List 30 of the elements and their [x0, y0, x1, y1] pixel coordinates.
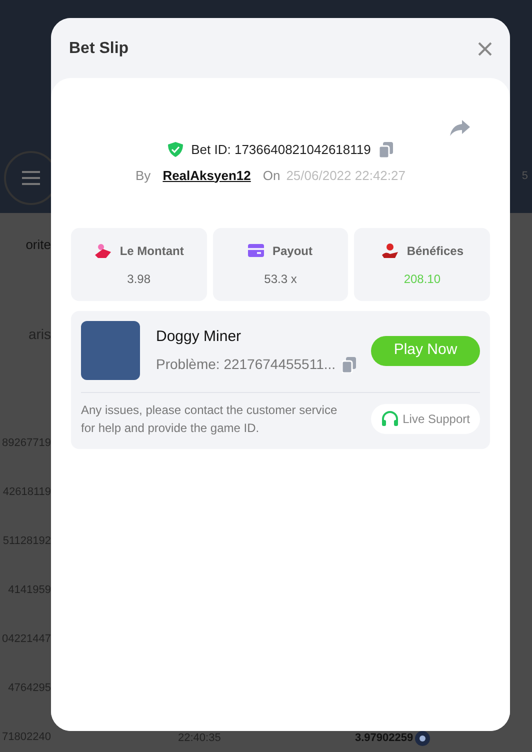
problem-id: Problème: 2217674455511... [156, 355, 336, 374]
by-label: By [136, 166, 151, 185]
live-support-button[interactable]: Live Support [370, 404, 480, 434]
stat-value: 3.98 [127, 270, 150, 288]
play-now-button[interactable]: Play Now [371, 336, 480, 366]
game-thumbnail [81, 321, 140, 380]
username-link[interactable]: RealAksyen12 [162, 166, 251, 185]
stat-value: 53.3 x [264, 270, 297, 288]
on-label: On [262, 166, 280, 184]
bet-id: Bet ID: 1736640821042618119 [191, 141, 371, 159]
copy-icon[interactable] [342, 356, 356, 373]
modal-title: Bet Slip [69, 39, 129, 59]
search-field-text: orite [26, 236, 51, 254]
stat-label: Le Montant [120, 242, 184, 260]
banner-text: 5 [522, 169, 528, 184]
close-icon[interactable] [478, 42, 492, 56]
date-time: 25/06/2022 22:42:27 [286, 166, 406, 184]
stat-label: Bénéfices [406, 242, 464, 260]
card-icon [248, 244, 264, 257]
game-name: Doggy Miner [156, 326, 242, 347]
share-icon[interactable] [450, 120, 470, 136]
stat-value: 208.10 [404, 270, 441, 288]
copy-icon[interactable] [378, 142, 393, 158]
menu-icon[interactable] [22, 171, 40, 185]
stat-label: Payout [272, 242, 312, 260]
amount-text: 3.97902259 [355, 731, 414, 746]
headset-icon [380, 411, 399, 427]
coin-icon [415, 730, 430, 746]
support-notice: Any issues, please contact the customer service for help and provide the game ID. [81, 402, 338, 437]
shield-check-icon [168, 142, 184, 158]
